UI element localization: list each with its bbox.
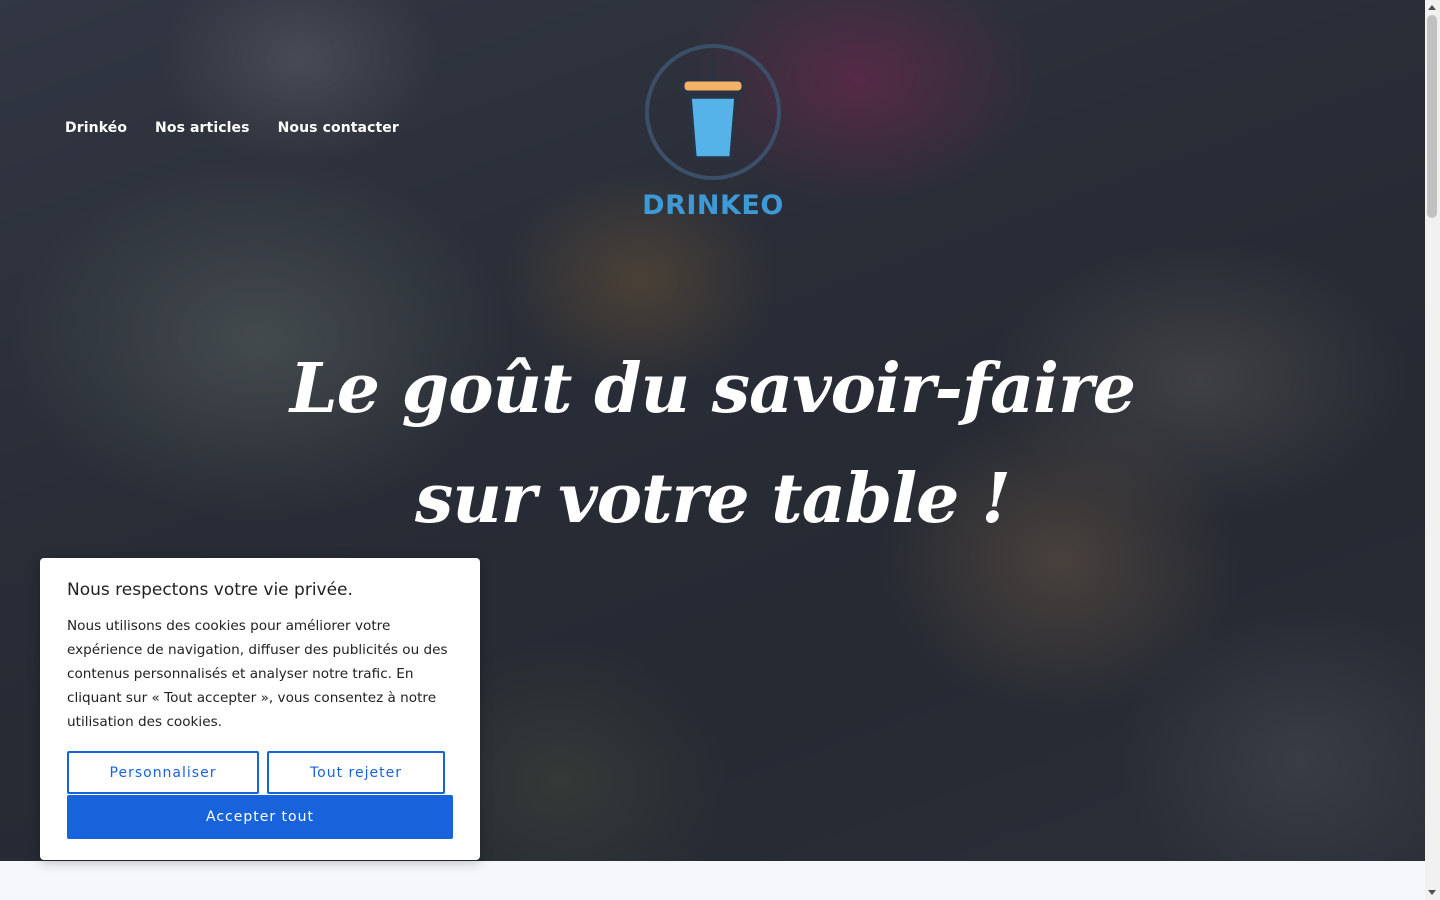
hero-headline-line-2: sur votre table !	[415, 458, 1011, 539]
site-logo[interactable]: DRINKEO	[638, 40, 788, 225]
reject-all-button[interactable]: Tout rejeter	[267, 751, 445, 794]
logo-text: DRINKEO	[642, 190, 784, 221]
scroll-down-arrow-icon[interactable]	[1428, 890, 1436, 895]
scrollbar-thumb[interactable]	[1427, 15, 1437, 218]
cookie-consent-banner: Nous respectons votre vie privée. Nous u…	[40, 558, 480, 860]
cup-with-straw-icon	[645, 44, 781, 180]
nav-item-nous-contacter[interactable]: Nous contacter	[278, 120, 399, 136]
accept-all-button[interactable]: Accepter tout	[67, 795, 453, 839]
page: Drinkéo Nos articles Nous contacter DRIN…	[0, 0, 1425, 900]
main-nav: Drinkéo Nos articles Nous contacter	[65, 120, 399, 136]
nav-item-drinkeo[interactable]: Drinkéo	[65, 120, 127, 136]
cookie-banner-title: Nous respectons votre vie privée.	[67, 580, 353, 600]
scroll-up-arrow-icon[interactable]	[1428, 5, 1436, 10]
hero-headline: Le goût du savoir-faire sur votre table …	[0, 334, 1425, 554]
cookie-button-row: Personnaliser Tout rejeter	[67, 751, 445, 794]
nav-item-nos-articles[interactable]: Nos articles	[155, 120, 250, 136]
customize-button[interactable]: Personnaliser	[67, 751, 259, 794]
hero-headline-line-1: Le goût du savoir-faire	[289, 348, 1136, 429]
vertical-scrollbar[interactable]	[1425, 0, 1440, 900]
cookie-banner-text: Nous utilisons des cookies pour améliore…	[67, 618, 448, 730]
